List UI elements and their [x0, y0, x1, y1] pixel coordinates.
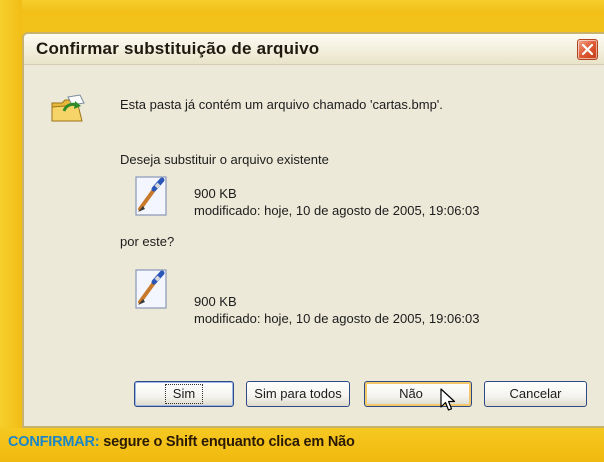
- close-button[interactable]: [577, 39, 598, 60]
- by-this-text: por este?: [120, 234, 175, 249]
- existing-file-size: 900 KB: [194, 186, 237, 201]
- confirm-replace-dialog: Confirmar substituição de arquivo Esta p…: [22, 32, 604, 428]
- cancel-button-label: Cancelar: [509, 386, 562, 401]
- yes-button[interactable]: Sim: [134, 381, 234, 407]
- existing-file-modified: modificado: hoje, 10 de agosto de 2005, …: [194, 203, 480, 218]
- dialog-title: Confirmar substituição de arquivo: [36, 39, 320, 58]
- frame-top: [0, 0, 604, 14]
- figure-caption: CONFIRMAR: segure o Shift enquanto clica…: [8, 434, 355, 450]
- mouse-pointer-icon: [440, 388, 456, 411]
- caption-label: CONFIRMAR:: [8, 434, 100, 450]
- new-file-modified: modificado: hoje, 10 de agosto de 2005, …: [194, 311, 480, 326]
- no-button-label: Não: [399, 386, 423, 401]
- yes-to-all-button-label: Sim para todos: [254, 386, 342, 401]
- title-bar[interactable]: Confirmar substituição de arquivo: [24, 34, 604, 65]
- paint-brush-file-icon: [135, 176, 167, 216]
- new-file-size: 900 KB: [194, 294, 237, 309]
- caption-text: segure o Shift enquanto clica em Não: [99, 434, 355, 450]
- close-icon: [582, 44, 593, 55]
- yes-button-label: Sim: [164, 384, 204, 404]
- question-text: Deseja substituir o arquivo existente: [120, 152, 329, 167]
- yes-to-all-button[interactable]: Sim para todos: [246, 381, 350, 407]
- paint-brush-file-icon: [135, 269, 167, 309]
- dialog-body: Esta pasta já contém um arquivo chamado …: [24, 65, 604, 426]
- message-text: Esta pasta já contém um arquivo chamado …: [120, 97, 443, 112]
- folder-replace-icon: [51, 94, 85, 122]
- frame-left: [0, 0, 22, 462]
- cancel-button[interactable]: Cancelar: [484, 381, 587, 407]
